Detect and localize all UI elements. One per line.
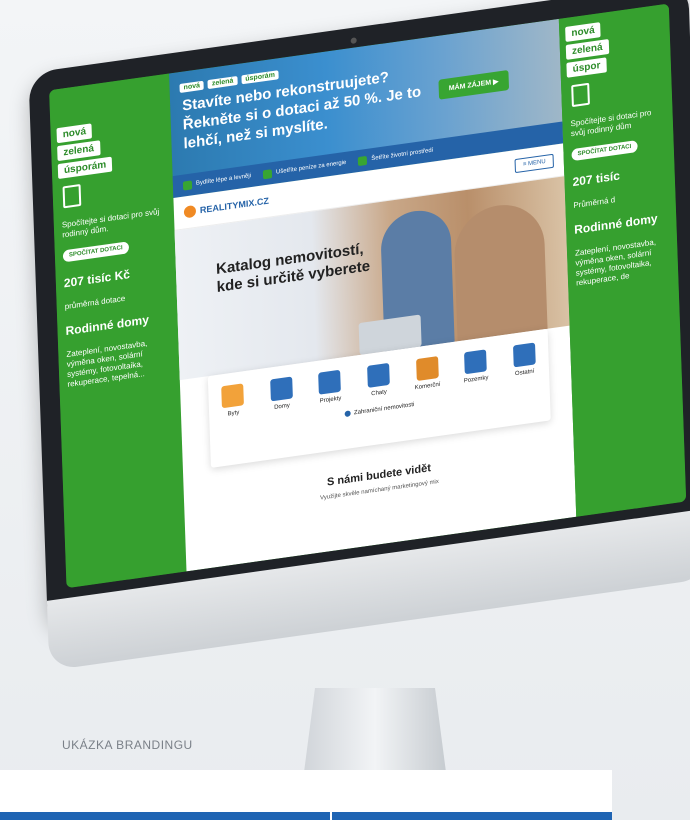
category-item[interactable]: Byty (211, 382, 254, 420)
branding-caption: UKÁZKA BRANDINGU (62, 738, 193, 752)
benefit-label: Ušetříte peníze za energie (275, 159, 347, 176)
monitor: nová zelená úsporám Spočítejte si dotaci… (8, 0, 690, 703)
interest-button[interactable]: MÁM ZÁJEM ▶ (438, 70, 509, 100)
category-label: Komerční (414, 381, 441, 392)
website: REALITYMIX.CZ ≡ MENU Katalog nemovitostí… (173, 143, 577, 572)
globe-icon (344, 410, 352, 418)
benefit-label: Šetříte životní prostředí (371, 147, 434, 163)
banner-chip: úsporám (241, 70, 280, 85)
category-label: Ostatní (514, 368, 535, 378)
site-logo[interactable]: REALITYMIX.CZ (183, 195, 270, 219)
menu-button[interactable]: ≡ MENU (514, 153, 554, 174)
category-label: Byty (227, 409, 240, 418)
right-calc-text: Spočítejte si dotaci pro svůj rodinný dů… (570, 108, 652, 139)
category-icon (221, 383, 245, 409)
screen: nová zelená úsporám Spočítejte si dotaci… (49, 3, 687, 589)
left-calc-text: Spočítejte si dotaci pro svůj rodinný dů… (61, 206, 160, 240)
hero-title: Katalog nemovitostí, kde si určitě vyber… (215, 240, 371, 296)
benefit-label: Bydlíte lépe a levněji (195, 173, 252, 187)
category-icon (415, 356, 439, 382)
category-icon (270, 376, 293, 402)
category-item[interactable]: Komerční (406, 355, 449, 393)
right-calc-button[interactable]: SPOČÍTAT DOTACI (571, 140, 638, 162)
tag-usporam: úspor (566, 57, 607, 78)
tag-nova: nová (56, 123, 93, 144)
category-item[interactable]: Pozemky (454, 348, 497, 386)
category-icon (367, 362, 390, 388)
money-icon (262, 168, 273, 179)
category-label: Projekty (319, 395, 342, 405)
hero-person-woman (453, 199, 548, 342)
pin-icon (182, 179, 193, 191)
category-item[interactable]: Domy (260, 375, 303, 413)
category-icon (464, 349, 487, 375)
banner-chip: zelená (207, 75, 238, 90)
background: nová zelená úsporám Spočítejte si dotaci… (0, 0, 690, 820)
category-label: Pozemky (463, 375, 489, 385)
category-label: Chaty (371, 389, 388, 398)
calculator-icon (62, 183, 82, 209)
foreign-label: Zahraniční nemovitosti (353, 401, 415, 417)
right-ad-panel[interactable]: nová zelená úspor Spočítejte si dotaci p… (558, 3, 687, 517)
category-item[interactable]: Projekty (309, 368, 352, 406)
banner-chip: nová (179, 80, 205, 94)
logo-icon (183, 204, 197, 219)
bottom-bar (0, 812, 612, 820)
benefit-item: Bydlíte lépe a levněji (182, 172, 252, 191)
category-icon (318, 369, 342, 395)
category-item[interactable]: Chaty (357, 361, 400, 399)
banner-headline: Stavíte nebo rekonstruujete? Řekněte si … (181, 68, 422, 152)
tag-nova: nová (565, 22, 601, 42)
logo-text: REALITYMIX.CZ (199, 195, 270, 216)
category-item[interactable]: Ostatní (503, 341, 546, 379)
calculator-icon (571, 82, 590, 108)
left-ad-panel[interactable]: nová zelená úsporám Spočítejte si dotaci… (49, 73, 187, 589)
bottom-bar-divider (330, 812, 332, 820)
left-calc-button[interactable]: SPOČÍTAT DOTACI (62, 241, 129, 263)
leaf-icon (358, 155, 368, 166)
category-icon (512, 342, 536, 368)
category-label: Domy (274, 402, 290, 411)
